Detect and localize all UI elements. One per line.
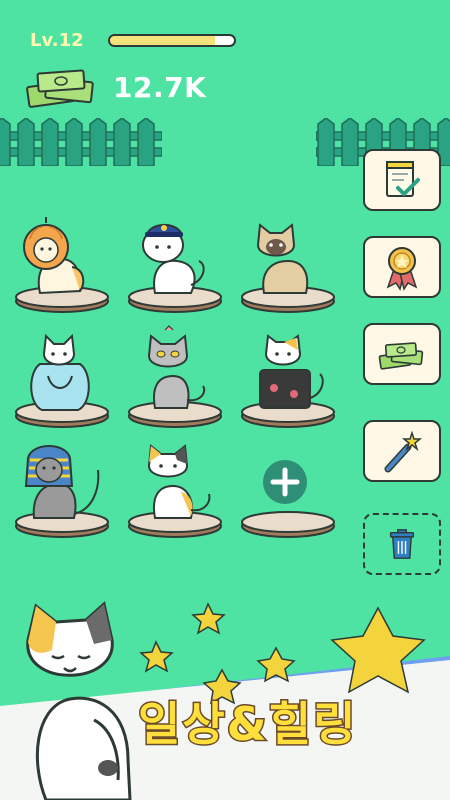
money-shop-button[interactable] (363, 323, 441, 385)
trash-icon (389, 529, 415, 559)
plus-icon[interactable] (263, 460, 307, 504)
xp-progress-bar (108, 34, 236, 47)
checklist-icon (386, 161, 420, 197)
slogan-text: 일상&힐링 (136, 696, 358, 753)
level-label: Lv.12 (30, 30, 84, 51)
cat-slot-gray[interactable] (125, 320, 225, 430)
xp-progress-fill (110, 36, 216, 45)
cat-slot-siamese[interactable] (238, 205, 338, 315)
money-value: 12.7K (113, 71, 207, 104)
cat-slot-pumpkin[interactable] (12, 205, 112, 315)
empty-slot[interactable] (238, 430, 338, 540)
cat-slot-calico[interactable] (125, 430, 225, 540)
magic-wand-icon (384, 430, 423, 473)
money-stack-icon (26, 69, 94, 108)
money-stack-icon (378, 342, 424, 370)
magic-button[interactable] (363, 420, 441, 482)
fence-left (0, 118, 162, 166)
cat-slot-police[interactable] (125, 205, 225, 315)
cat-slot-calico-black[interactable] (238, 320, 338, 430)
quest-button[interactable] (363, 149, 441, 211)
cat-slot-pharaoh[interactable] (12, 430, 112, 540)
award-ribbon-icon (386, 247, 418, 291)
cat-slot-fishbowl[interactable] (12, 320, 112, 430)
achievement-button[interactable] (363, 236, 441, 298)
promo-banner (0, 601, 450, 800)
